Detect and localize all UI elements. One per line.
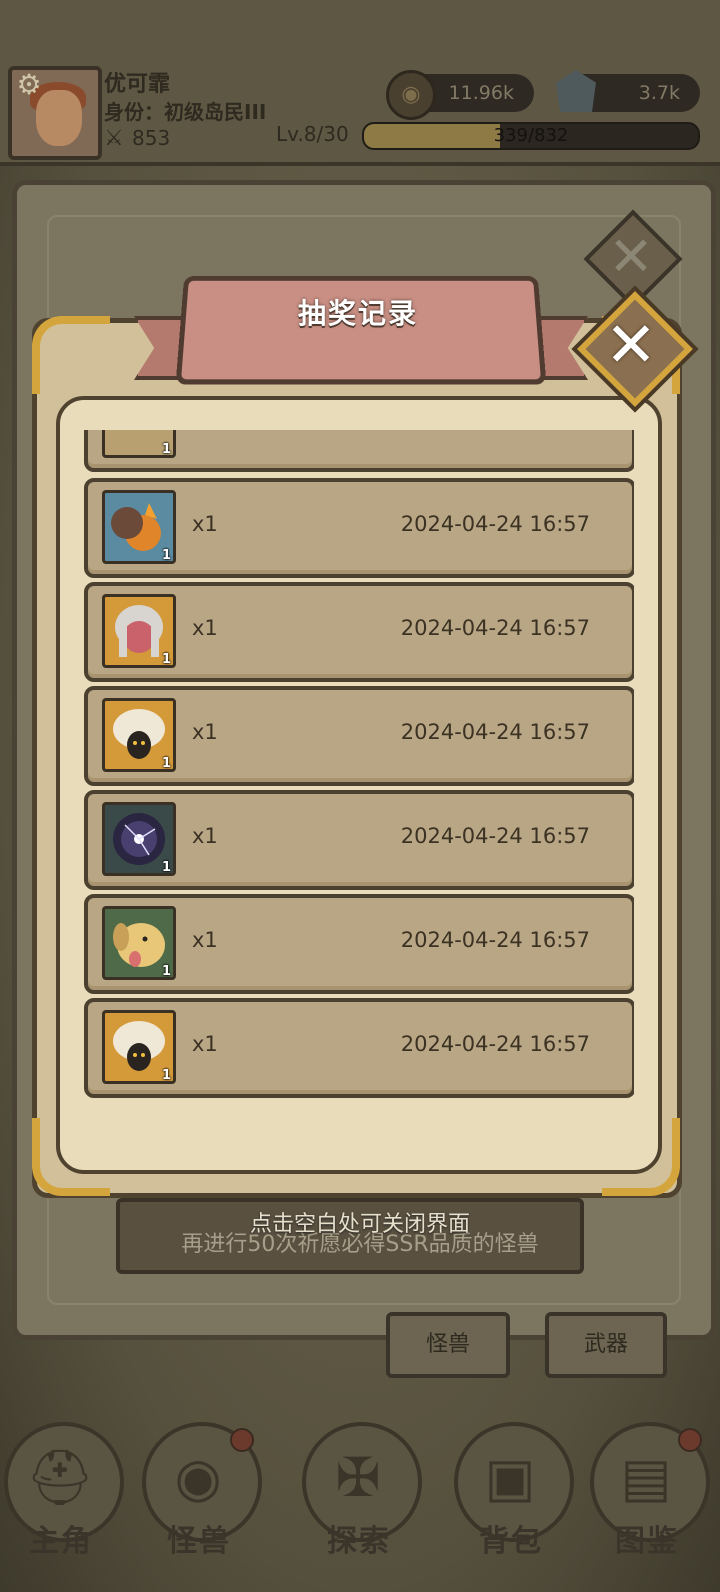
gem-value: 3.7k — [638, 82, 680, 104]
record-time: 2024-04-24 16:57 — [400, 928, 590, 952]
record-row: 1 x1 2024-04-24 16:57 — [84, 998, 634, 1098]
gear-icon[interactable]: ⚙ — [14, 70, 44, 100]
coin-icon: ◉ — [386, 70, 436, 120]
bottom-nav: ⛑ 主角 ◉ 怪兽 ✠ 探索 ▣ 背包 ▤ 图鉴 — [0, 1390, 720, 1592]
white-haired-imp-card-icon: 1 — [102, 1010, 176, 1084]
record-time: 2024-04-24 16:57 — [400, 616, 590, 640]
close-icon: ✕ — [608, 225, 654, 288]
card-count: 1 — [161, 652, 171, 667]
nav-codex-label: 图鉴 — [615, 1524, 679, 1559]
record-list[interactable]: 1 1 x1 2024-04-24 16:57 1 x1 2024-04-24 … — [84, 430, 634, 1110]
nav-bag[interactable]: ▣ 背包 — [446, 1410, 576, 1580]
card-count: 1 — [161, 964, 171, 979]
record-row: 1 x1 2024-04-24 16:57 — [84, 894, 634, 994]
dog-card-icon: 1 — [102, 906, 176, 980]
record-quantity: x1 — [192, 1032, 218, 1056]
record-list-panel[interactable]: 1 1 x1 2024-04-24 16:57 1 x1 2024-04-24 … — [56, 396, 662, 1174]
white-haired-imp-card-icon: 1 — [102, 698, 176, 772]
xp-bar: 339/832 — [362, 122, 700, 150]
record-row: 1 x1 2024-04-24 16:57 — [84, 686, 634, 786]
close-hint: 点击空白处可关闭界面 — [249, 1212, 470, 1237]
close-icon: ✕ — [605, 308, 657, 381]
nav-explore-label: 探索 — [327, 1524, 391, 1559]
record-row: 1 x1 2024-04-24 16:57 — [84, 582, 634, 682]
power-icon: ⚔ — [104, 126, 124, 151]
gem-icon — [556, 70, 596, 112]
card-count: 1 — [161, 756, 171, 771]
card-count: 1 — [161, 442, 171, 457]
record-row-partial: 1 — [84, 430, 634, 472]
nav-bag-label: 背包 — [479, 1524, 543, 1559]
card-thumbnail: 1 — [102, 430, 176, 458]
card-count: 1 — [161, 548, 171, 563]
coin-counter[interactable]: ◉ 11.96k — [386, 70, 534, 120]
draw-record-dialog: 1 1 x1 2024-04-24 16:57 1 x1 2024-04-24 … — [32, 276, 682, 1198]
dark-orb-card-icon: 1 — [102, 802, 176, 876]
notification-dot — [678, 1428, 702, 1452]
card-count: 1 — [161, 1068, 171, 1083]
player-name: 优可霏 — [104, 72, 171, 97]
card-count: 1 — [161, 860, 171, 875]
record-quantity: x1 — [192, 512, 218, 536]
gold-corner — [32, 316, 110, 394]
record-quantity: x1 — [192, 720, 218, 744]
record-time: 2024-04-24 16:57 — [400, 512, 590, 536]
nav-hero-label: 主角 — [29, 1524, 93, 1559]
nav-monster-label: 怪兽 — [167, 1524, 231, 1559]
nav-codex[interactable]: ▤ 图鉴 — [582, 1410, 712, 1580]
nav-hero[interactable]: ⛑ 主角 — [0, 1410, 126, 1580]
record-time: 2024-04-24 16:57 — [400, 824, 590, 848]
record-row: 1 x1 2024-04-24 16:57 — [84, 478, 634, 578]
gem-counter[interactable]: 3.7k — [556, 70, 700, 112]
fire-beast-card-icon: 1 — [102, 490, 176, 564]
background-close-button[interactable]: ✕ — [583, 209, 683, 309]
record-quantity: x1 — [192, 616, 218, 640]
xp-text: 339/832 — [493, 125, 569, 146]
coin-value: 11.96k — [448, 82, 514, 104]
record-quantity: x1 — [192, 824, 218, 848]
tab-monster[interactable]: 怪兽 — [386, 1312, 510, 1378]
dialog-close-button[interactable]: ✕ — [571, 285, 699, 413]
red-girl-card-icon: 1 — [102, 594, 176, 668]
record-time: 2024-04-24 16:57 — [400, 1032, 590, 1056]
notification-dot — [230, 1428, 254, 1452]
record-row: 1 x1 2024-04-24 16:57 — [84, 790, 634, 890]
record-time: 2024-04-24 16:57 — [400, 720, 590, 744]
nav-explore[interactable]: ✠ 探索 — [294, 1410, 424, 1580]
player-power: 853 — [132, 126, 171, 150]
player-role: 身份：初级岛民III — [104, 100, 267, 124]
player-level: Lv.8/30 — [276, 122, 349, 146]
top-hud: ⚙ 优可霏 身份：初级岛民III ⚔ 853 Lv.8/30 339/832 ◉… — [0, 0, 720, 166]
nav-monster[interactable]: ◉ 怪兽 — [134, 1410, 264, 1580]
dialog-title: 抽奖记录 — [297, 297, 418, 330]
record-quantity: x1 — [192, 928, 218, 952]
avatar[interactable]: ⚙ — [8, 66, 102, 160]
tab-weapon[interactable]: 武器 — [545, 1312, 667, 1378]
